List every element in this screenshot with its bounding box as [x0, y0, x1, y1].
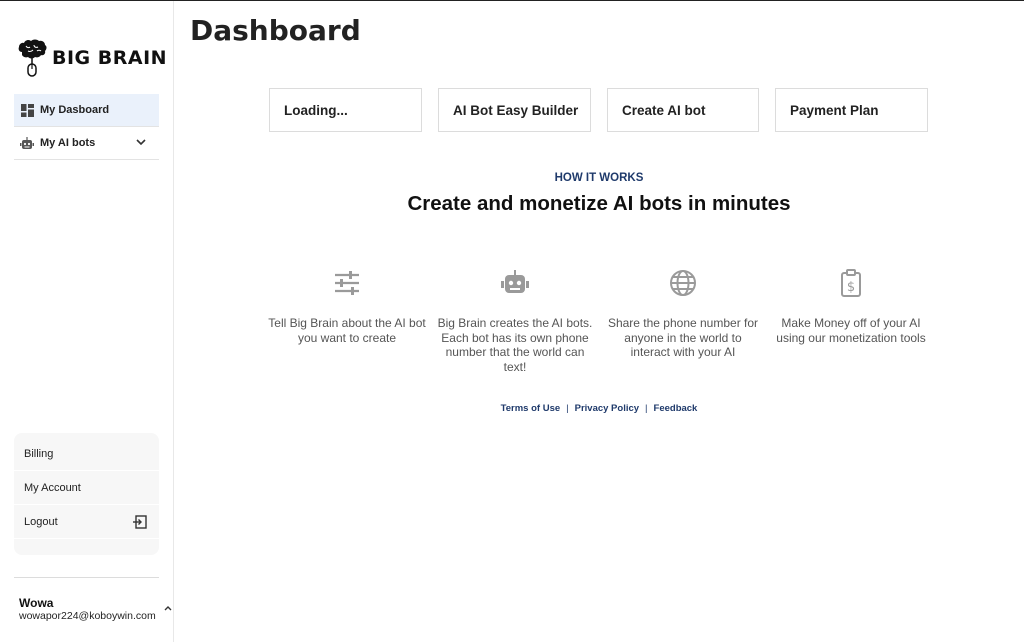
- sliders-icon: [335, 271, 359, 295]
- chevron-down-icon[interactable]: [135, 136, 147, 148]
- terms-of-use-link[interactable]: Terms of Use: [501, 403, 560, 414]
- footer-separator: |: [566, 403, 569, 414]
- step-1: Tell Big Brain about the AI bot you want…: [267, 268, 427, 345]
- money-clipboard-icon: $: [841, 269, 861, 297]
- svg-text:$: $: [847, 280, 855, 295]
- loading-button[interactable]: Loading...: [269, 88, 422, 132]
- logout-button[interactable]: Logout: [14, 505, 159, 539]
- brand-logo[interactable]: BIG BRAIN: [16, 38, 167, 78]
- robot-icon: [501, 270, 529, 293]
- button-label: Payment Plan: [790, 102, 879, 118]
- footer-separator: |: [645, 403, 648, 414]
- step-3: Share the phone number for anyone in the…: [603, 268, 763, 360]
- footer-links: Terms of Use | Privacy Policy | Feedback: [0, 403, 1024, 414]
- create-ai-bot-button[interactable]: Create AI bot: [607, 88, 759, 132]
- my-account-label: My Account: [24, 481, 81, 494]
- step-text: Share the phone number for anyone in the…: [607, 316, 759, 359]
- user-name: Wowa: [19, 596, 54, 610]
- my-account-link[interactable]: My Account: [14, 471, 159, 505]
- step-4: $ Make Money off of your AI using our mo…: [771, 268, 931, 345]
- how-it-works-heading: Create and monetize AI bots in minutes: [407, 192, 791, 215]
- robot-icon: [20, 136, 34, 150]
- step-text: Tell Big Brain about the AI bot you want…: [268, 316, 426, 345]
- sidebar-nav: My Dasboard My AI bots: [14, 94, 159, 160]
- globe-icon: [670, 270, 696, 296]
- step-text: Big Brain creates the AI bots. Each bot …: [437, 316, 593, 374]
- sidebar-item-label: My AI bots: [40, 137, 96, 149]
- page-title: Dashboard: [190, 14, 361, 47]
- sidebar: BIG BRAIN My Dasboard My AI bots Billing…: [0, 1, 174, 642]
- chevron-up-icon[interactable]: [163, 603, 173, 613]
- sidebar-item-dashboard[interactable]: My Dasboard: [14, 94, 159, 127]
- brain-mouse-icon: [18, 39, 47, 77]
- how-it-works-label: HOW IT WORKS: [554, 172, 644, 184]
- step-2: Big Brain creates the AI bots. Each bot …: [435, 268, 595, 374]
- sidebar-item-ai-bots[interactable]: My AI bots: [14, 127, 159, 160]
- ai-bot-easy-builder-button[interactable]: AI Bot Easy Builder: [438, 88, 591, 132]
- user-email: wowapor224@koboywin.com: [19, 610, 156, 622]
- button-label: Loading...: [284, 102, 348, 118]
- brand-name: BIG BRAIN: [52, 47, 168, 69]
- user-divider: [14, 577, 159, 578]
- account-menu: Billing My Account Logout: [14, 433, 159, 555]
- privacy-policy-link[interactable]: Privacy Policy: [575, 403, 639, 414]
- billing-link[interactable]: Billing: [14, 437, 159, 471]
- logout-icon: [133, 515, 147, 529]
- feedback-link[interactable]: Feedback: [654, 403, 698, 414]
- button-label: Create AI bot: [622, 102, 706, 118]
- payment-plan-button[interactable]: Payment Plan: [775, 88, 928, 132]
- dashboard-icon: [20, 103, 34, 117]
- sidebar-item-label: My Dasboard: [40, 104, 110, 116]
- step-text: Make Money off of your AI using our mone…: [776, 316, 926, 345]
- billing-label: Billing: [24, 447, 54, 460]
- logout-label: Logout: [24, 515, 58, 528]
- button-label: AI Bot Easy Builder: [453, 102, 579, 118]
